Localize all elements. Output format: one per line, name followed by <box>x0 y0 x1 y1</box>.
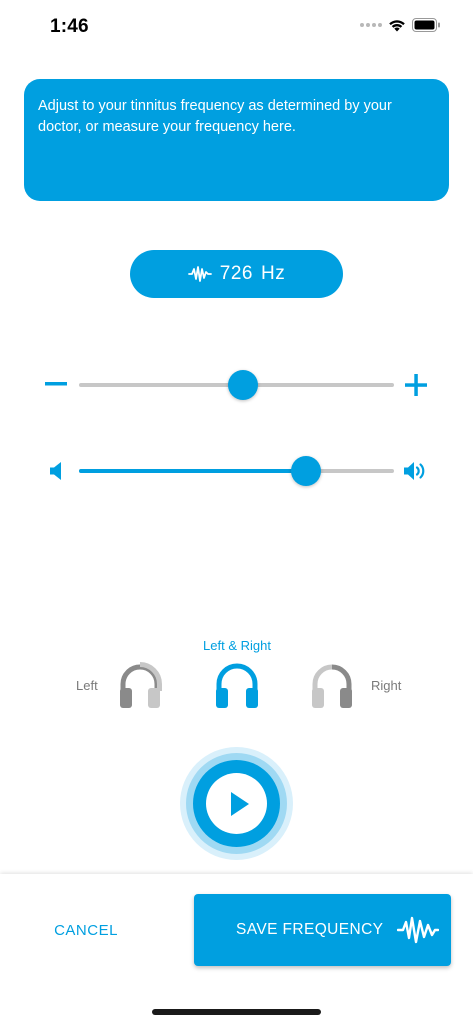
both-ears-label: Left & Right <box>203 638 271 653</box>
play-icon <box>230 791 249 816</box>
volume-high-icon[interactable] <box>403 460 429 482</box>
frequency-slider-thumb[interactable] <box>227 370 258 400</box>
both-headphones-icon[interactable] <box>214 661 260 709</box>
volume-low-icon[interactable] <box>48 460 66 482</box>
cancel-button[interactable]: CANCEL <box>22 904 150 956</box>
info-banner: Adjust to your tinnitus frequency as det… <box>24 79 449 201</box>
waveform-icon <box>187 266 212 282</box>
frequency-slider[interactable] <box>79 370 394 400</box>
frequency-unit: Hz <box>260 263 286 284</box>
right-ear-label: Right <box>371 678 402 693</box>
save-frequency-label: SAVE FREQUENCY <box>236 921 384 938</box>
status-time: 1:46 <box>50 16 89 37</box>
home-indicator <box>152 1009 321 1015</box>
volume-slider-fill <box>79 469 306 473</box>
volume-slider[interactable] <box>79 456 394 486</box>
frequency-value: 726 <box>219 263 253 284</box>
status-icons <box>360 18 441 32</box>
wifi-icon <box>389 20 405 32</box>
info-banner-text: Adjust to your tinnitus frequency as det… <box>38 98 392 135</box>
battery-icon <box>412 18 440 32</box>
volume-slider-thumb[interactable] <box>290 456 321 486</box>
left-headphones-icon[interactable] <box>118 661 162 709</box>
frequency-display[interactable]: 726 Hz <box>130 250 343 298</box>
right-headphones-icon[interactable] <box>310 661 354 709</box>
cellular-signal-icon <box>360 23 382 27</box>
minus-icon[interactable] <box>44 374 68 394</box>
play-button-center[interactable] <box>206 773 267 834</box>
left-ear-label: Left <box>76 678 98 693</box>
save-frequency-button[interactable]: SAVE FREQUENCY <box>194 894 451 966</box>
waveform-icon <box>397 916 439 944</box>
plus-icon[interactable] <box>404 373 428 397</box>
